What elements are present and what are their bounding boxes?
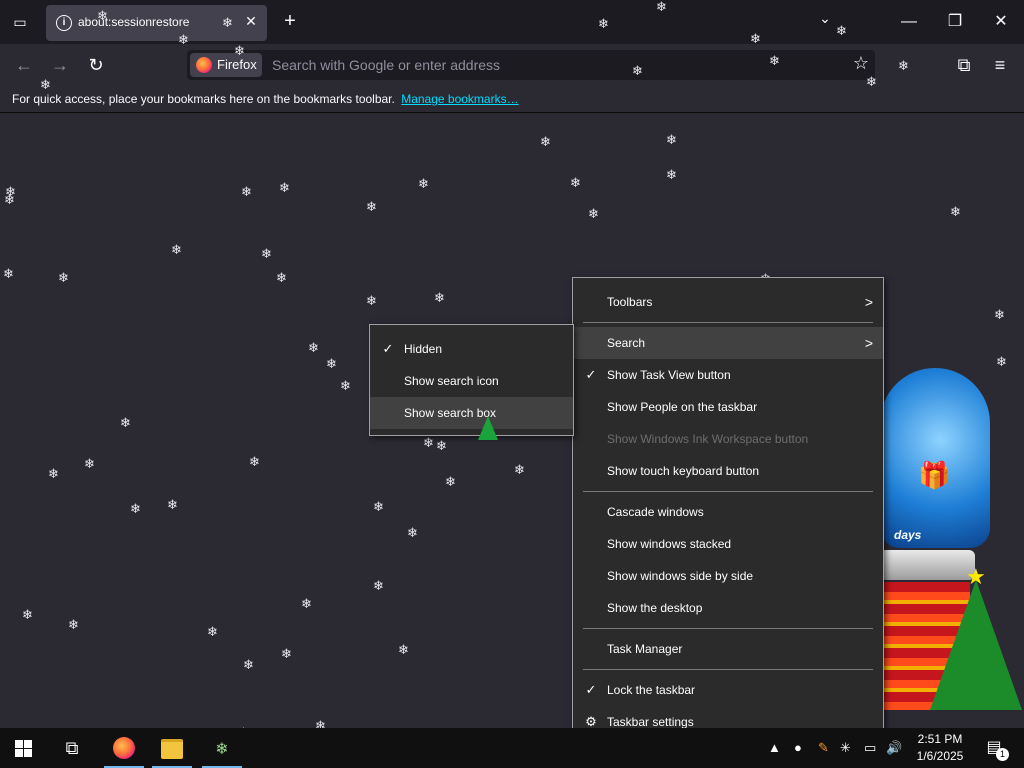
back-button[interactable]: ← xyxy=(10,52,38,78)
chevron-right-icon: > xyxy=(864,335,873,351)
bookmark-star-icon[interactable]: ☆ xyxy=(853,53,869,74)
menu-item-label: Show People on the taskbar xyxy=(607,400,758,414)
task-view-button[interactable]: ⧉ xyxy=(48,728,96,768)
clock-time: 2:51 PM xyxy=(917,732,963,746)
menu-item-windows-stacked[interactable]: Show windows stacked xyxy=(573,528,883,560)
menu-item-toolbars[interactable]: Toolbars > xyxy=(573,286,883,318)
url-bar[interactable]: Firefox Search with Google or enter addr… xyxy=(187,50,875,80)
chevron-right-icon: > xyxy=(864,294,873,310)
menu-item-task-manager[interactable]: Task Manager xyxy=(573,633,883,665)
mouse-cursor-tree-icon xyxy=(478,416,498,440)
identity-label: Firefox xyxy=(217,57,257,72)
checkmark-icon: ✓ xyxy=(382,341,394,356)
identity-box[interactable]: Firefox xyxy=(190,53,262,77)
menu-item-label: Toolbars xyxy=(607,295,653,309)
menu-item-label: Show the desktop xyxy=(607,601,703,615)
menu-item-label: Cascade windows xyxy=(607,505,704,519)
bookmarks-toolbar-message: For quick access, place your bookmarks h… xyxy=(12,92,519,106)
volume-icon[interactable]: 🔊 xyxy=(886,738,902,758)
menu-item-show-people[interactable]: Show People on the taskbar xyxy=(573,391,883,423)
menu-item-side-by-side[interactable]: Show windows side by side xyxy=(573,560,883,592)
forward-button[interactable]: → xyxy=(46,52,74,78)
menu-item-search[interactable]: Search > xyxy=(573,327,883,359)
bookmarks-hint-text: For quick access, place your bookmarks h… xyxy=(12,92,395,106)
bookmarks-toolbar: For quick access, place your bookmarks h… xyxy=(0,86,1024,113)
close-window-button[interactable]: ✕ xyxy=(986,8,1016,36)
menu-item-label: Show Windows Ink Workspace button xyxy=(607,432,809,446)
menu-item-show-task-view[interactable]: ✓ Show Task View button xyxy=(573,359,883,391)
checkmark-icon: ✓ xyxy=(585,682,597,697)
taskbar-snow-app-button[interactable]: ❄ xyxy=(198,728,246,768)
gift-icon: 🎁 xyxy=(918,460,951,490)
submenu-item-hidden[interactable]: ✓ Hidden xyxy=(370,333,573,365)
menu-separator xyxy=(583,628,873,629)
globe-text: days xyxy=(894,528,922,542)
star-icon: ★ xyxy=(966,564,986,589)
tray-app-icon[interactable]: ▲ xyxy=(768,738,781,758)
close-tab-icon[interactable]: ✕ xyxy=(243,13,259,29)
submenu-item-show-search-icon[interactable]: Show search icon xyxy=(370,365,573,397)
menu-item-show-touch-keyboard[interactable]: Show touch keyboard button xyxy=(573,455,883,487)
menu-item-cascade-windows[interactable]: Cascade windows xyxy=(573,496,883,528)
extensions-icon[interactable]: ⧉ xyxy=(950,52,978,78)
info-icon: i xyxy=(56,15,72,31)
taskbar-clock[interactable]: 2:51 PM 1/6/2025 xyxy=(906,731,974,765)
snow-globe-decoration: 🎁 days xyxy=(880,368,990,548)
menu-item-label: Show windows side by side xyxy=(607,569,754,583)
submenu-item-show-search-box[interactable]: Show search box xyxy=(370,397,573,429)
tab-title: about:sessionrestore xyxy=(78,15,190,29)
menu-item-label: Show touch keyboard button xyxy=(607,464,760,478)
menu-item-label: Show Task View button xyxy=(607,368,731,382)
menu-item-label: Taskbar settings xyxy=(607,715,694,729)
menu-item-label: Hidden xyxy=(404,342,443,356)
firefox-icon xyxy=(113,737,135,759)
menu-separator xyxy=(583,491,873,492)
menu-item-show-ink-workspace: Show Windows Ink Workspace button xyxy=(573,423,883,455)
snow-app-icon: ❄ xyxy=(215,741,229,758)
menu-item-label: Show search icon xyxy=(404,374,499,388)
tray-app-icon[interactable]: ● xyxy=(794,738,802,758)
windows-logo-icon xyxy=(15,740,32,757)
list-all-tabs-chevron-icon[interactable]: ⌄ xyxy=(815,10,835,30)
start-button[interactable] xyxy=(0,728,48,768)
navigation-bar: ← → ↻ Firefox Search with Google or ente… xyxy=(0,44,1024,86)
new-tab-button[interactable]: + xyxy=(280,10,300,34)
menu-hamburger-icon[interactable]: ≡ xyxy=(986,52,1014,78)
snow-globe-base xyxy=(880,550,975,580)
folder-icon xyxy=(161,739,183,759)
taskbar-context-menu: Toolbars > Search > ✓ Show Task View but… xyxy=(572,277,884,743)
menu-item-lock-taskbar[interactable]: ✓ Lock the taskbar xyxy=(573,674,883,706)
clock-date: 1/6/2025 xyxy=(916,749,964,763)
checkmark-icon: ✓ xyxy=(585,367,597,382)
menu-item-label: Lock the taskbar xyxy=(607,683,696,697)
manage-bookmarks-link[interactable]: Manage bookmarks… xyxy=(401,92,518,106)
menu-item-label: Task Manager xyxy=(607,642,683,656)
search-input[interactable]: Search with Google or enter address xyxy=(272,57,500,73)
menu-separator xyxy=(583,322,873,323)
notification-count-badge: 1 xyxy=(996,748,1009,761)
firefox-view-icon[interactable]: ▭ xyxy=(8,10,32,34)
restore-button[interactable]: ❐ xyxy=(940,8,970,36)
firefox-logo-icon xyxy=(196,57,212,73)
tab-strip: ▭ i about:sessionrestore ✕ + ⌄ — ❐ ✕ xyxy=(0,0,1024,44)
tab-sessionrestore[interactable]: i about:sessionrestore ✕ xyxy=(46,5,267,41)
network-icon[interactable]: ▭ xyxy=(864,738,876,758)
taskbar-firefox-button[interactable] xyxy=(100,728,148,768)
menu-item-label: Search xyxy=(607,336,646,350)
menu-item-label: Show windows stacked xyxy=(607,537,732,551)
minimize-button[interactable]: — xyxy=(894,8,924,36)
tray-app-icon[interactable]: ✳ xyxy=(840,738,851,758)
windows-taskbar: ⧉ ❄ ▲ ● ✎ ✳ ▭ 🔊 2:51 PM 1/6/2025 ▤ 1 xyxy=(0,728,1024,768)
menu-item-show-desktop[interactable]: Show the desktop xyxy=(573,592,883,624)
reload-button[interactable]: ↻ xyxy=(82,52,110,78)
search-submenu: ✓ Hidden Show search icon Show search bo… xyxy=(369,324,574,436)
christmas-tree-decoration xyxy=(930,580,1022,710)
tray-app-icon[interactable]: ✎ xyxy=(818,738,829,758)
taskbar-file-explorer-button[interactable] xyxy=(148,728,196,768)
menu-separator xyxy=(583,669,873,670)
